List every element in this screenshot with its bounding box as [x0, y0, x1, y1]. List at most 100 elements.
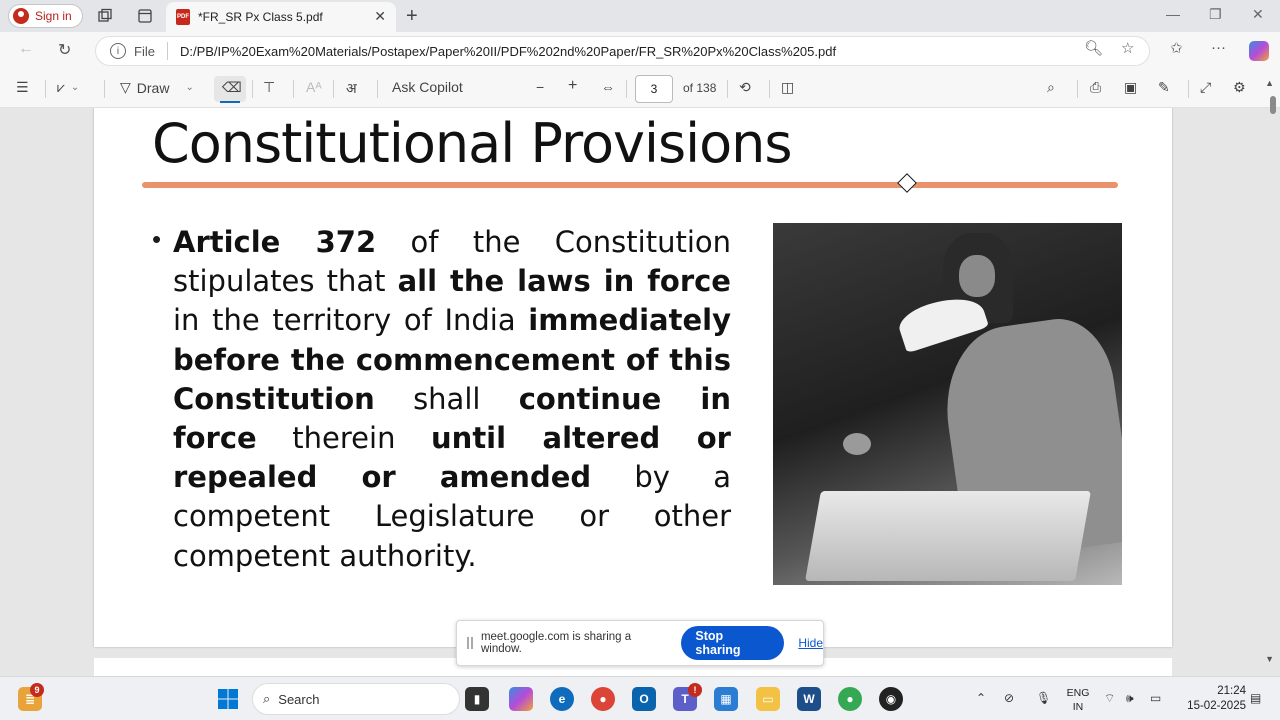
show-hidden-icons-icon[interactable]: ⌃ — [976, 691, 986, 705]
workspaces-icon[interactable] — [96, 7, 114, 25]
divider — [1077, 80, 1078, 98]
refresh-icon[interactable]: ↻ — [58, 40, 71, 60]
pdf-file-icon: PDF — [176, 9, 190, 25]
volume-icon[interactable]: 🕪︎ — [1126, 691, 1134, 706]
zoom-out-button[interactable]: − — [536, 79, 544, 95]
page-view-icon[interactable]: ◫ — [781, 79, 794, 96]
divider — [45, 80, 46, 98]
fit-width-icon[interactable]: ⇔ — [601, 79, 615, 95]
system-clock[interactable]: 21:24 15-02-2025 — [1176, 684, 1246, 714]
store-icon[interactable]: ▦ — [714, 687, 738, 711]
zoom-in-button[interactable]: + — [568, 77, 577, 95]
lang-line1: ENG — [1066, 687, 1090, 699]
divider — [333, 80, 334, 98]
back-icon[interactable]: ← — [18, 40, 34, 58]
url-text[interactable]: D:/PB/IP%20Exam%20Materials/Postapex/Pap… — [180, 44, 836, 59]
save-as-icon[interactable]: ✎ — [1158, 79, 1170, 96]
page-number-input[interactable]: 3 — [635, 75, 673, 103]
ink-annotation — [142, 182, 1118, 188]
scroll-down-icon[interactable]: ▼ — [1265, 654, 1274, 664]
zoom-search-icon[interactable]: 🔍︎ — [1084, 39, 1103, 57]
edge-browser-icon[interactable]: e — [550, 687, 574, 711]
outlook-icon[interactable]: O — [632, 687, 656, 711]
draw-button[interactable]: ▽ Draw ⌄ — [120, 79, 194, 96]
hide-banner-link[interactable]: Hide — [798, 636, 823, 650]
start-windows-icon[interactable] — [216, 687, 240, 711]
text-segment: therein — [256, 421, 432, 456]
divider — [377, 80, 378, 98]
pdf-page: Constitutional Provisions • Article 372 … — [94, 108, 1172, 647]
chrome-profile-icon[interactable]: ● — [838, 687, 862, 711]
divider — [166, 42, 168, 60]
sharing-message: meet.google.com is sharing a window. — [480, 631, 632, 655]
save-icon[interactable]: ▣ — [1124, 79, 1137, 96]
taskbar-search[interactable]: ⌕ Search — [252, 683, 460, 715]
language-indicator[interactable]: ENG IN — [1066, 686, 1090, 714]
clock-time: 21:24 — [1217, 685, 1246, 697]
fullscreen-icon[interactable]: ⤢ — [1200, 79, 1211, 96]
scroll-up-icon[interactable]: ▲ — [1265, 78, 1274, 88]
find-icon[interactable]: ⌕ — [1047, 79, 1055, 96]
text-box-icon[interactable]: ⊤ — [263, 79, 275, 96]
divider — [769, 80, 770, 98]
new-tab-button[interactable]: + — [406, 5, 418, 28]
rotate-icon[interactable]: ⟲ — [739, 79, 751, 96]
close-tab-icon[interactable]: ✕ — [374, 8, 386, 25]
eraser-cursor-icon — [897, 173, 917, 193]
pdf-toolbar: ☰ ⩗ ⌄ ▽ Draw ⌄ ⌫ ⊤ Aᴬ अ Ask Copilot − + … — [0, 70, 1280, 108]
stop-sharing-button[interactable]: Stop sharing — [681, 626, 785, 660]
photo-hand — [843, 433, 871, 455]
no-network-icon[interactable]: ⊘ — [1004, 691, 1014, 705]
favorites-icon[interactable]: ✩ — [1170, 39, 1183, 57]
photo-book — [805, 491, 1091, 581]
divider — [727, 80, 728, 98]
chevron-down-icon[interactable]: ⌄ — [185, 82, 193, 93]
divider — [252, 80, 253, 98]
divider — [293, 80, 294, 98]
notifications-icon[interactable]: ▤ — [1250, 691, 1261, 705]
scrollbar-thumb[interactable] — [1270, 96, 1276, 114]
minimize-icon[interactable]: — — [1166, 6, 1180, 22]
restore-icon[interactable]: ❐ — [1209, 6, 1222, 23]
pdf-viewer[interactable]: Constitutional Provisions • Article 372 … — [0, 108, 1280, 676]
wifi-icon[interactable]: ⌔ — [1104, 691, 1115, 706]
chrome-icon[interactable]: ● — [591, 687, 615, 711]
slide-body-text: Article 372 of the Constitution stipulat… — [173, 223, 731, 576]
text-segment: in the territory of India — [173, 303, 529, 338]
url-scheme: File — [134, 43, 155, 59]
task-view-icon[interactable]: ▮ — [465, 687, 489, 711]
address-row: ← ↻ i File D:/PB/IP%20Exam%20Materials/P… — [0, 32, 1280, 70]
print-icon[interactable]: ⎙ — [1090, 79, 1101, 96]
historical-photo — [773, 223, 1122, 585]
close-window-icon[interactable]: ✕ — [1252, 6, 1264, 23]
drag-handle[interactable] — [467, 637, 473, 649]
translate-icon[interactable]: अ — [346, 79, 357, 98]
settings-gear-icon[interactable]: ⚙ — [1233, 79, 1246, 96]
sign-in-label: Sign in — [35, 9, 72, 23]
address-bar[interactable]: i File D:/PB/IP%20Exam%20Materials/Posta… — [95, 36, 1150, 66]
favorite-star-icon[interactable]: ☆ — [1121, 39, 1134, 57]
copilot-taskbar-icon[interactable] — [509, 687, 533, 711]
file-explorer-icon[interactable]: ▭ — [756, 687, 780, 711]
copilot-icon[interactable] — [1249, 41, 1269, 61]
tab-actions-icon[interactable] — [136, 7, 154, 25]
obs-icon[interactable]: ◉ — [879, 687, 903, 711]
bold-text-segment: Article 372 — [173, 225, 377, 259]
tab-pdf[interactable]: PDF *FR_SR Px Class 5.pdf ✕ — [166, 2, 396, 32]
microphone-icon[interactable]: 🎙︎ — [1036, 691, 1051, 705]
taskbar: ≣ 9 ⌕ Search ▮ e ● O T ! ▦ ▭ W ● ◉ ⌃ ⊘ 🎙… — [0, 676, 1280, 720]
contents-icon[interactable]: ☰ — [16, 79, 29, 96]
ask-copilot-button[interactable]: Ask Copilot — [392, 79, 463, 95]
divider — [1188, 80, 1189, 98]
divider — [104, 80, 105, 98]
sign-in-button[interactable]: Sign in — [8, 4, 83, 28]
lang-line2: IN — [1072, 701, 1084, 713]
tab-title: *FR_SR Px Class 5.pdf — [198, 10, 323, 24]
text-segment: shall — [374, 381, 519, 416]
more-icon[interactable]: ··· — [1211, 39, 1226, 56]
word-icon[interactable]: W — [797, 687, 821, 711]
search-icon: ⌕ — [263, 691, 271, 706]
battery-icon[interactable]: ▭ — [1150, 691, 1161, 705]
highlight-icon[interactable]: ⩗ ⌄ — [57, 79, 79, 96]
info-icon[interactable]: i — [110, 43, 126, 59]
